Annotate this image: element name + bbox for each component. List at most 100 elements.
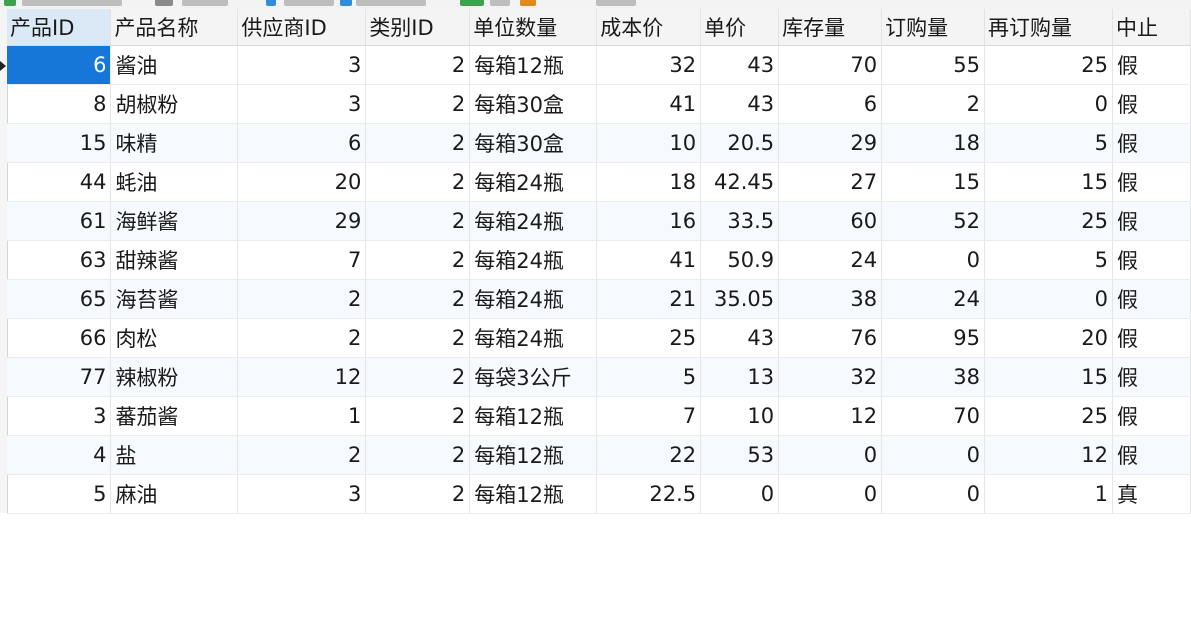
table-cell[interactable]: 假	[1112, 396, 1191, 436]
table-cell[interactable]: 95	[881, 318, 986, 358]
table-cell[interactable]: 2	[365, 318, 471, 358]
table-cell[interactable]: 0	[881, 435, 986, 475]
table-cell[interactable]: 61	[7, 201, 112, 241]
table-cell[interactable]: 18	[596, 162, 702, 202]
table-cell[interactable]: 10	[596, 123, 702, 163]
table-row[interactable]: 6 酱油 3 2 每箱12瓶 32 43 70 55 25 假	[7, 45, 1191, 85]
table-cell[interactable]: 6	[237, 123, 367, 163]
table-cell[interactable]: 3	[237, 474, 367, 514]
table-cell[interactable]: 35.05	[700, 279, 780, 319]
table-cell[interactable]: 蚝油	[110, 162, 239, 202]
table-cell[interactable]: 27	[778, 162, 883, 202]
column-header[interactable]: 订购量	[881, 9, 986, 46]
column-header[interactable]: 产品ID	[7, 9, 112, 46]
table-cell[interactable]: 盐	[110, 435, 239, 475]
table-cell[interactable]: 15	[881, 162, 986, 202]
table-cell[interactable]: 12	[778, 396, 883, 436]
table-cell[interactable]: 70	[778, 45, 883, 85]
table-cell[interactable]: 2	[365, 123, 471, 163]
table-cell[interactable]: 甜辣酱	[110, 240, 239, 280]
table-cell[interactable]: 每箱30盒	[469, 84, 598, 124]
table-cell[interactable]: 每箱24瓶	[469, 279, 598, 319]
table-cell[interactable]: 60	[778, 201, 883, 241]
table-cell[interactable]: 2	[365, 240, 471, 280]
table-cell[interactable]: 24	[881, 279, 986, 319]
table-cell[interactable]: 2	[365, 396, 471, 436]
table-row[interactable]: 44 蚝油 20 2 每箱24瓶 18 42.45 27 15 15 假	[7, 162, 1191, 202]
table-cell[interactable]: 33.5	[700, 201, 780, 241]
table-cell[interactable]: 7	[596, 396, 702, 436]
table-cell[interactable]: 25	[984, 201, 1113, 241]
table-cell[interactable]: 海苔酱	[110, 279, 239, 319]
table-cell[interactable]: 2	[237, 318, 367, 358]
transaction-icon[interactable]	[4, 0, 16, 6]
table-cell[interactable]: 假	[1112, 162, 1191, 202]
table-cell[interactable]: 18	[881, 123, 986, 163]
table-cell[interactable]: 50.9	[700, 240, 780, 280]
table-cell[interactable]: 每箱12瓶	[469, 474, 598, 514]
table-cell[interactable]: 假	[1112, 318, 1191, 358]
table-cell[interactable]: 2	[365, 45, 471, 85]
table-cell[interactable]: 假	[1112, 45, 1191, 85]
table-cell[interactable]: 38	[778, 279, 883, 319]
table-cell[interactable]: 41	[596, 84, 702, 124]
table-cell[interactable]: 21	[596, 279, 702, 319]
table-cell[interactable]: 假	[1112, 123, 1191, 163]
table-cell[interactable]: 70	[881, 396, 986, 436]
table-cell[interactable]: 5	[7, 474, 112, 514]
table-cell[interactable]: 真	[1112, 474, 1191, 514]
table-cell[interactable]: 假	[1112, 357, 1191, 397]
table-cell[interactable]: 每箱24瓶	[469, 240, 598, 280]
table-cell[interactable]: 肉松	[110, 318, 239, 358]
table-row[interactable]: 77 辣椒粉 12 2 每袋3公斤 5 13 32 38 15 假	[7, 357, 1191, 397]
table-cell[interactable]: 41	[596, 240, 702, 280]
table-row[interactable]: 3 蕃茄酱 1 2 每箱12瓶 7 10 12 70 25 假	[7, 396, 1191, 436]
table-cell[interactable]: 5	[984, 123, 1113, 163]
table-cell[interactable]: 1	[984, 474, 1113, 514]
table-cell[interactable]: 0	[984, 84, 1113, 124]
table-row[interactable]: 5 麻油 3 2 每箱12瓶 22.5 0 0 0 1 真	[7, 474, 1191, 514]
table-cell[interactable]: 12	[237, 357, 367, 397]
table-cell[interactable]: 44	[7, 162, 112, 202]
table-cell[interactable]: 0	[778, 435, 883, 475]
table-cell[interactable]: 20	[984, 318, 1113, 358]
table-cell[interactable]: 43	[700, 318, 780, 358]
table-cell[interactable]: 25	[984, 45, 1113, 85]
table-cell[interactable]: 3	[7, 396, 112, 436]
table-cell[interactable]: 假	[1112, 240, 1191, 280]
table-cell[interactable]: 2	[365, 435, 471, 475]
table-cell[interactable]: 0	[881, 474, 986, 514]
table-cell[interactable]: 65	[7, 279, 112, 319]
table-cell[interactable]: 29	[237, 201, 367, 241]
table-cell[interactable]: 麻油	[110, 474, 239, 514]
toolbar-text-fragment-6[interactable]	[596, 0, 636, 6]
table-cell[interactable]: 2	[365, 201, 471, 241]
table-cell[interactable]: 53	[700, 435, 780, 475]
table-cell[interactable]: 38	[881, 357, 986, 397]
table-cell[interactable]: 63	[7, 240, 112, 280]
table-cell[interactable]: 25	[984, 396, 1113, 436]
table-cell[interactable]: 0	[984, 279, 1113, 319]
table-cell[interactable]: 海鲜酱	[110, 201, 239, 241]
table-cell[interactable]: 7	[237, 240, 367, 280]
table-cell[interactable]: 每箱24瓶	[469, 318, 598, 358]
table-cell[interactable]: 0	[700, 474, 780, 514]
column-header[interactable]: 类别ID	[365, 9, 471, 46]
table-cell[interactable]: 76	[778, 318, 883, 358]
table-cell[interactable]: 55	[881, 45, 986, 85]
sort-icon[interactable]	[340, 0, 352, 6]
table-cell[interactable]: 32	[778, 357, 883, 397]
toolbar-text-fragment-2[interactable]	[182, 0, 228, 6]
table-cell[interactable]: 77	[7, 357, 112, 397]
toolbar-text-fragment-3[interactable]	[284, 0, 334, 6]
table-cell[interactable]: 每箱24瓶	[469, 201, 598, 241]
export-icon[interactable]	[520, 0, 536, 6]
table-cell[interactable]: 5	[596, 357, 702, 397]
column-header[interactable]: 供应商ID	[237, 9, 367, 46]
table-cell[interactable]: 20.5	[700, 123, 780, 163]
table-cell[interactable]: 每袋3公斤	[469, 357, 598, 397]
table-cell[interactable]: 3	[237, 45, 367, 85]
table-cell[interactable]: 15	[984, 162, 1113, 202]
column-header[interactable]: 库存量	[778, 9, 883, 46]
table-cell[interactable]: 22.5	[596, 474, 702, 514]
